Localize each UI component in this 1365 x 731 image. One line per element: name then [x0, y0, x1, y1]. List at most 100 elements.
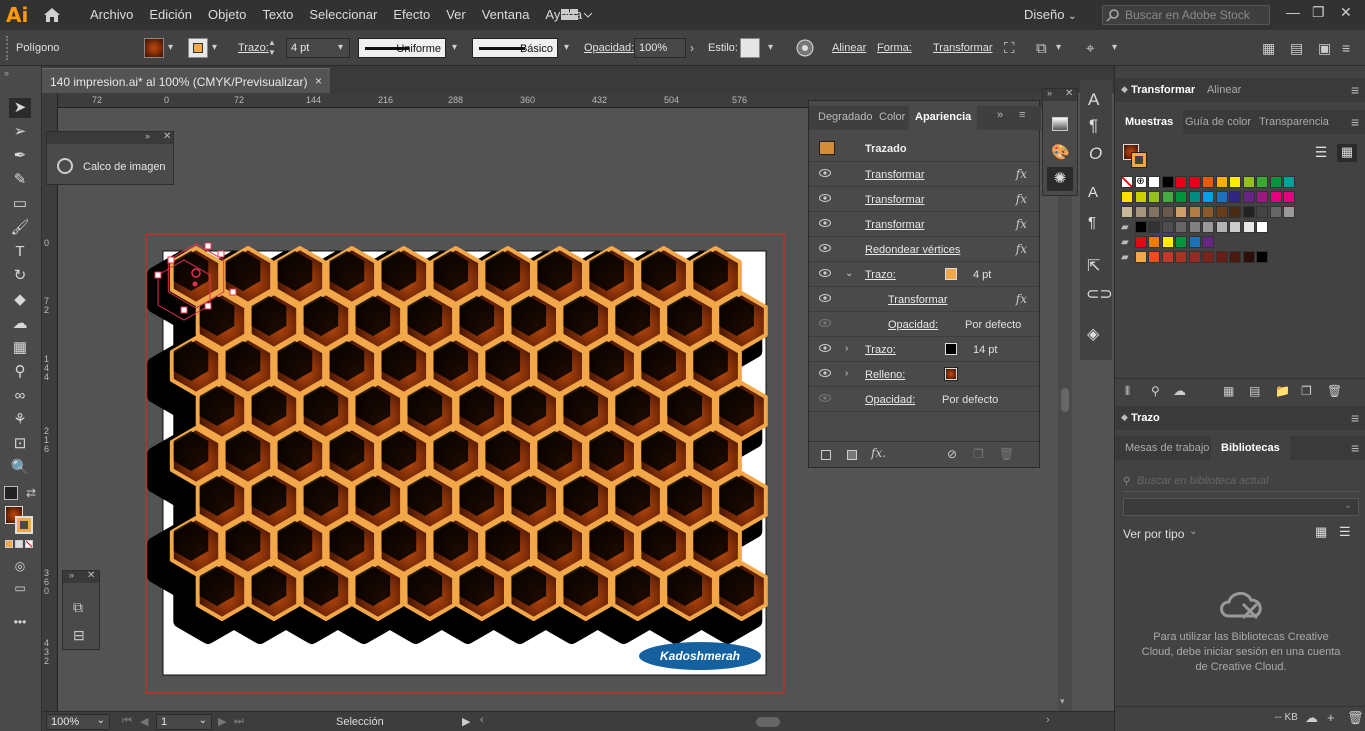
fill-swatch[interactable]: [144, 38, 164, 58]
tab-swatches[interactable]: Muestras: [1115, 110, 1184, 134]
color-swatch[interactable]: [1283, 191, 1295, 203]
selection-tool-icon[interactable]: ➤: [9, 98, 31, 118]
tab-apariencia[interactable]: Apariencia: [909, 106, 978, 130]
show-kinds-icon[interactable]: ⚲: [1151, 384, 1160, 398]
recolor-artwork-icon[interactable]: [796, 39, 814, 57]
swatch-grid[interactable]: ⊕ ▰ ▰ ▰: [1121, 176, 1361, 276]
graphic-style-swatch[interactable]: [740, 38, 760, 58]
view-by-type[interactable]: Ver por tipo: [1123, 527, 1184, 541]
color-swatch[interactable]: [1256, 191, 1268, 203]
warp-tool-icon[interactable]: ☁: [9, 314, 31, 334]
sync-icon[interactable]: ☁: [1305, 710, 1318, 726]
selection-handle[interactable]: [167, 256, 175, 264]
color-swatch[interactable]: [1121, 191, 1133, 203]
character-panel-icon[interactable]: A: [1088, 90, 1099, 110]
color-swatch[interactable]: [1134, 221, 1147, 233]
tab-align[interactable]: Alinear: [1207, 84, 1241, 96]
tab-transparency[interactable]: Transparencia: [1259, 116, 1329, 128]
none-swatch[interactable]: [1121, 176, 1133, 188]
color-swatch[interactable]: [1242, 176, 1255, 188]
layers-icon[interactable]: ◈: [1087, 324, 1099, 344]
appearance-row-label[interactable]: Transformar: [865, 219, 925, 231]
color-swatch[interactable]: [1175, 176, 1187, 188]
color-swatch[interactable]: [1256, 206, 1268, 218]
scroll-thumb[interactable]: [1061, 388, 1069, 412]
export-icon[interactable]: ⇱: [1087, 256, 1100, 276]
puppet-warp-icon[interactable]: ⌖: [1086, 40, 1094, 57]
swatch-libraries-icon[interactable]: ⫴: [1125, 384, 1130, 399]
chevron-down-icon[interactable]: ▾: [452, 42, 457, 53]
chevron-down-icon[interactable]: ▾: [338, 42, 343, 53]
prev-artboard-icon[interactable]: ◀: [140, 715, 148, 728]
close-icon[interactable]: ✕: [87, 570, 95, 581]
color-swatch[interactable]: [1202, 236, 1214, 248]
color-swatch[interactable]: [1269, 206, 1282, 218]
row-color-swatch[interactable]: [945, 343, 957, 355]
color-swatch[interactable]: [1148, 176, 1160, 188]
close-icon[interactable]: ✕: [1065, 88, 1073, 99]
menu-icon[interactable]: ≡: [1342, 40, 1350, 56]
mask-icon[interactable]: ▣: [1318, 40, 1331, 57]
color-swatch[interactable]: [1188, 176, 1201, 188]
artboard-number-select[interactable]: 1 ⌄: [156, 714, 212, 730]
color-swatch[interactable]: [1202, 206, 1214, 218]
color-swatch[interactable]: [1134, 251, 1147, 263]
transform-link[interactable]: Transformar: [933, 42, 993, 54]
stroke-swatch-preview[interactable]: [1131, 152, 1147, 168]
folder-icon[interactable]: ▰: [1121, 236, 1133, 248]
visibility-eye-icon[interactable]: [819, 294, 831, 302]
add-stroke-icon[interactable]: [821, 450, 831, 460]
add-fill-icon[interactable]: [847, 450, 857, 460]
color-swatch[interactable]: [1175, 251, 1187, 263]
color-swatch[interactable]: [1148, 206, 1160, 218]
color-swatch[interactable]: [1269, 191, 1282, 203]
color-swatch[interactable]: [1148, 191, 1160, 203]
color-swatch[interactable]: [1242, 221, 1255, 233]
color-swatch[interactable]: [1215, 251, 1228, 263]
tab-libraries[interactable]: Bibliotecas: [1211, 436, 1290, 460]
collapse-icon[interactable]: ◆: [1121, 412, 1128, 423]
visibility-eye-icon[interactable]: [819, 169, 831, 177]
vertical-ruler[interactable]: 0 7 2 1 4 4 2 1 6 3 6 0 4 3 2: [42, 93, 58, 711]
appearance-row-label[interactable]: Transformar: [865, 194, 925, 206]
appearance-row-value[interactable]: 4 pt: [973, 269, 991, 281]
artboard-tool-icon[interactable]: ⊡: [9, 434, 31, 454]
arrange-icon[interactable]: ▦: [1262, 40, 1275, 57]
chevron-down-icon[interactable]: ▾: [768, 42, 773, 53]
color-swatch[interactable]: [1215, 191, 1228, 203]
blend-tool-icon[interactable]: ∞: [9, 386, 31, 406]
folder-icon[interactable]: ▰: [1121, 221, 1133, 233]
color-swatch[interactable]: [1202, 251, 1214, 263]
scroll-right-icon[interactable]: ›: [1046, 714, 1050, 726]
none-mode-icon[interactable]: [25, 540, 33, 548]
color-swatch[interactable]: [1161, 251, 1174, 263]
appearance-row-label[interactable]: Trazo:: [865, 269, 896, 281]
color-swatch[interactable]: [1229, 251, 1241, 263]
appearance-row-label[interactable]: Transformar: [865, 169, 925, 181]
tab-artboards[interactable]: Mesas de trabajo: [1125, 442, 1209, 454]
new-swatch-icon[interactable]: ❐: [1301, 384, 1312, 398]
appearance-row-label[interactable]: Transformar: [888, 294, 948, 306]
isolate-icon[interactable]: ⛶: [1004, 40, 1015, 57]
color-swatch[interactable]: [1161, 206, 1174, 218]
folder-icon[interactable]: 📁: [1275, 384, 1290, 398]
status-menu-icon[interactable]: ▶: [462, 715, 470, 728]
visibility-eye-icon[interactable]: [819, 244, 831, 252]
collapse-icon[interactable]: »: [4, 68, 9, 78]
color-swatch[interactable]: [1121, 206, 1133, 218]
default-colors-icon[interactable]: [4, 486, 18, 500]
appearance-header[interactable]: Trazado: [809, 137, 1039, 162]
gradient-mode-icon[interactable]: [15, 540, 23, 548]
menu-edicion[interactable]: Edición: [149, 7, 192, 22]
chevron-down-icon[interactable]: ⌄: [1189, 526, 1197, 537]
menu-efecto[interactable]: Efecto: [393, 7, 430, 22]
eraser-tool-icon[interactable]: ◆: [9, 290, 31, 310]
library-select[interactable]: ⌄: [1123, 498, 1359, 516]
panel-menu-icon[interactable]: ≡: [1019, 109, 1025, 121]
opentype-panel-icon[interactable]: O: [1089, 144, 1102, 164]
color-swatch[interactable]: [1148, 251, 1160, 263]
color-swatch[interactable]: [1161, 176, 1174, 188]
visibility-eye-icon[interactable]: [819, 369, 831, 377]
list-view-icon[interactable]: ☰: [1311, 144, 1331, 162]
vertical-scrollbar[interactable]: ▾: [1058, 108, 1072, 711]
